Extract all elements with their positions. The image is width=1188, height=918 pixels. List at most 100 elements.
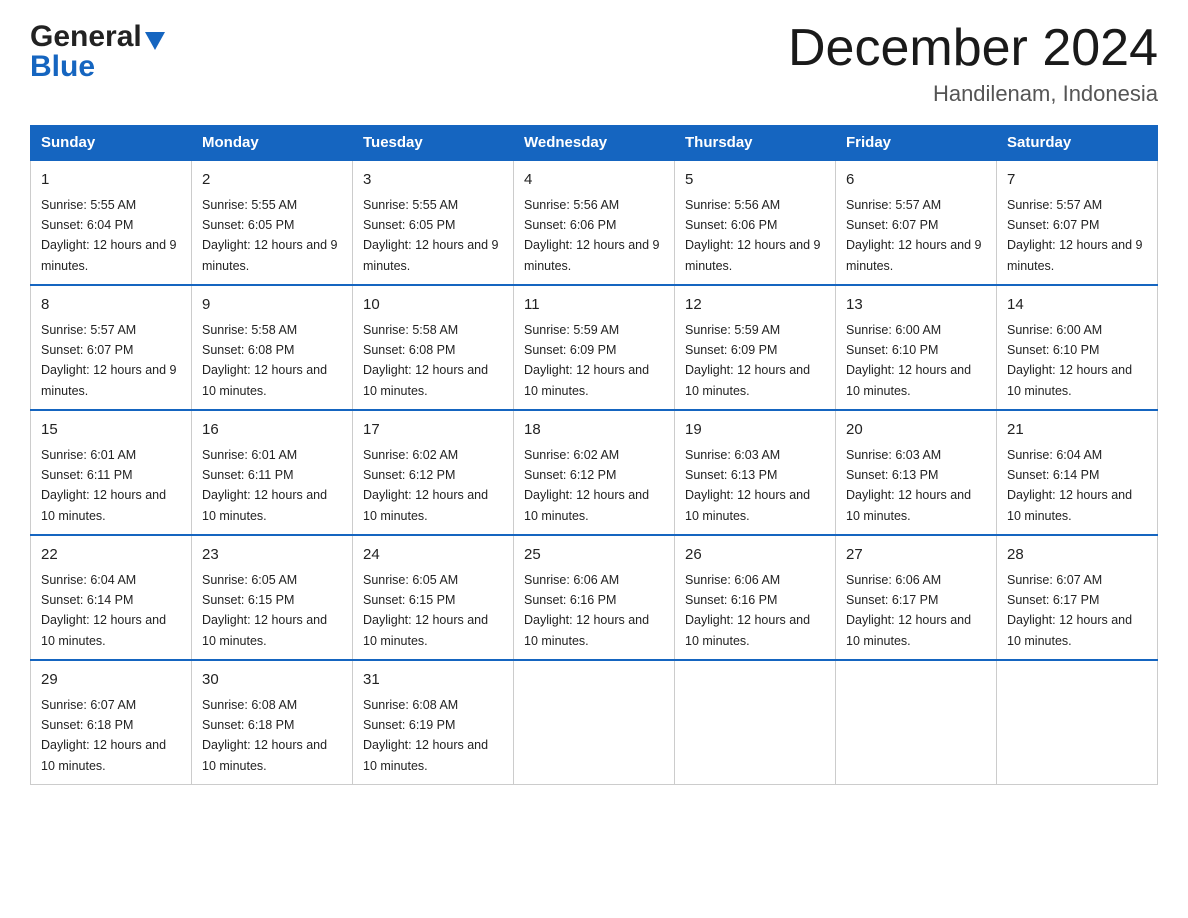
day-info: Sunrise: 5:56 AMSunset: 6:06 PMDaylight:… [685,198,821,273]
calendar-cell: 23Sunrise: 6:05 AMSunset: 6:15 PMDayligh… [192,535,353,660]
header-wednesday: Wednesday [514,126,675,161]
header-saturday: Saturday [997,126,1158,161]
calendar-subtitle: Handilenam, Indonesia [788,81,1158,107]
page-header: General Blue December 2024 Handilenam, I… [30,20,1158,107]
calendar-cell [997,660,1158,785]
day-info: Sunrise: 5:57 AMSunset: 6:07 PMDaylight:… [1007,198,1143,273]
day-number: 5 [685,169,825,192]
day-info: Sunrise: 6:05 AMSunset: 6:15 PMDaylight:… [363,573,488,648]
day-info: Sunrise: 5:57 AMSunset: 6:07 PMDaylight:… [846,198,982,273]
day-info: Sunrise: 6:04 AMSunset: 6:14 PMDaylight:… [1007,448,1132,523]
calendar-cell: 25 Sunrise: 6:06 AMSunset: 6:16 PMDayligh… [514,535,675,660]
calendar-cell: 12Sunrise: 5:59 AMSunset: 6:09 PMDayligh… [675,285,836,410]
logo: General Blue [30,20,165,82]
calendar-cell: 24 Sunrise: 6:05 AMSunset: 6:15 PMDayligh… [353,535,514,660]
calendar-cell: 29Sunrise: 6:07 AMSunset: 6:18 PMDayligh… [31,660,192,785]
day-number: 13 [846,294,986,317]
day-info: Sunrise: 6:08 AMSunset: 6:19 PMDaylight:… [363,698,488,773]
title-block: December 2024 Handilenam, Indonesia [788,20,1158,107]
calendar-title: December 2024 [788,20,1158,77]
day-number: 4 [524,169,664,192]
calendar-cell [675,660,836,785]
day-number: 22 [41,544,181,567]
day-info: Sunrise: 5:58 AMSunset: 6:08 PMDaylight:… [202,323,327,398]
day-info: Sunrise: 5:59 AMSunset: 6:09 PMDaylight:… [524,323,649,398]
calendar-cell: 18Sunrise: 6:02 AMSunset: 6:12 PMDayligh… [514,410,675,535]
calendar-cell: 26 Sunrise: 6:06 AMSunset: 6:16 PMDayligh… [675,535,836,660]
day-number: 20 [846,419,986,442]
day-info: Sunrise: 6:03 AMSunset: 6:13 PMDaylight:… [685,448,810,523]
logo-blue: Blue [30,52,95,82]
calendar-cell: 30 Sunrise: 6:08 AMSunset: 6:18 PMDayligh… [192,660,353,785]
calendar-cell: 22 Sunrise: 6:04 AMSunset: 6:14 PMDayligh… [31,535,192,660]
calendar-cell: 4 Sunrise: 5:56 AMSunset: 6:06 PMDaylight… [514,160,675,285]
day-info: Sunrise: 6:06 AMSunset: 6:17 PMDaylight:… [846,573,971,648]
day-info: Sunrise: 5:55 AMSunset: 6:05 PMDaylight:… [363,198,499,273]
day-number: 24 [363,544,503,567]
calendar-week-4: 22 Sunrise: 6:04 AMSunset: 6:14 PMDayligh… [31,535,1158,660]
calendar-cell: 5 Sunrise: 5:56 AMSunset: 6:06 PMDaylight… [675,160,836,285]
calendar-cell: 21 Sunrise: 6:04 AMSunset: 6:14 PMDayligh… [997,410,1158,535]
calendar-cell: 10 Sunrise: 5:58 AMSunset: 6:08 PMDayligh… [353,285,514,410]
calendar-cell: 17 Sunrise: 6:02 AMSunset: 6:12 PMDayligh… [353,410,514,535]
logo-general: General [30,20,142,54]
calendar-cell: 27 Sunrise: 6:06 AMSunset: 6:17 PMDayligh… [836,535,997,660]
calendar-table: SundayMondayTuesdayWednesdayThursdayFrid… [30,125,1158,785]
header-sunday: Sunday [31,126,192,161]
day-number: 17 [363,419,503,442]
day-number: 27 [846,544,986,567]
calendar-body: 1 Sunrise: 5:55 AMSunset: 6:04 PMDaylight… [31,160,1158,785]
calendar-cell: 9 Sunrise: 5:58 AMSunset: 6:08 PMDaylight… [192,285,353,410]
day-info: Sunrise: 6:04 AMSunset: 6:14 PMDaylight:… [41,573,166,648]
day-info: Sunrise: 6:02 AMSunset: 6:12 PMDaylight:… [363,448,488,523]
logo-triangle-icon [145,32,165,50]
day-number: 9 [202,294,342,317]
calendar-cell: 2 Sunrise: 5:55 AMSunset: 6:05 PMDaylight… [192,160,353,285]
day-info: Sunrise: 5:55 AMSunset: 6:04 PMDaylight:… [41,198,177,273]
header-thursday: Thursday [675,126,836,161]
calendar-cell: 14Sunrise: 6:00 AMSunset: 6:10 PMDayligh… [997,285,1158,410]
day-info: Sunrise: 6:06 AMSunset: 6:16 PMDaylight:… [524,573,649,648]
day-info: Sunrise: 5:58 AMSunset: 6:08 PMDaylight:… [363,323,488,398]
day-info: Sunrise: 6:08 AMSunset: 6:18 PMDaylight:… [202,698,327,773]
day-number: 2 [202,169,342,192]
header-friday: Friday [836,126,997,161]
day-number: 29 [41,669,181,692]
header-tuesday: Tuesday [353,126,514,161]
day-info: Sunrise: 6:07 AMSunset: 6:17 PMDaylight:… [1007,573,1132,648]
calendar-cell: 3Sunrise: 5:55 AMSunset: 6:05 PMDaylight… [353,160,514,285]
calendar-cell: 13 Sunrise: 6:00 AMSunset: 6:10 PMDayligh… [836,285,997,410]
day-number: 25 [524,544,664,567]
day-info: Sunrise: 6:01 AMSunset: 6:11 PMDaylight:… [41,448,166,523]
day-info: Sunrise: 6:05 AMSunset: 6:15 PMDaylight:… [202,573,327,648]
day-number: 21 [1007,419,1147,442]
day-number: 28 [1007,544,1147,567]
day-info: Sunrise: 5:57 AMSunset: 6:07 PMDaylight:… [41,323,177,398]
day-number: 6 [846,169,986,192]
day-info: Sunrise: 6:06 AMSunset: 6:16 PMDaylight:… [685,573,810,648]
day-number: 15 [41,419,181,442]
calendar-cell: 16 Sunrise: 6:01 AMSunset: 6:11 PMDayligh… [192,410,353,535]
day-info: Sunrise: 6:01 AMSunset: 6:11 PMDaylight:… [202,448,327,523]
day-info: Sunrise: 5:59 AMSunset: 6:09 PMDaylight:… [685,323,810,398]
header-monday: Monday [192,126,353,161]
day-number: 10 [363,294,503,317]
day-number: 26 [685,544,825,567]
day-number: 16 [202,419,342,442]
calendar-header-row: SundayMondayTuesdayWednesdayThursdayFrid… [31,126,1158,161]
calendar-week-2: 8 Sunrise: 5:57 AMSunset: 6:07 PMDaylight… [31,285,1158,410]
day-number: 31 [363,669,503,692]
calendar-week-3: 15 Sunrise: 6:01 AMSunset: 6:11 PMDayligh… [31,410,1158,535]
day-number: 8 [41,294,181,317]
day-info: Sunrise: 5:55 AMSunset: 6:05 PMDaylight:… [202,198,338,273]
day-number: 11 [524,294,664,317]
calendar-cell [514,660,675,785]
day-info: Sunrise: 6:00 AMSunset: 6:10 PMDaylight:… [846,323,971,398]
day-info: Sunrise: 5:56 AMSunset: 6:06 PMDaylight:… [524,198,660,273]
calendar-cell: 6 Sunrise: 5:57 AMSunset: 6:07 PMDaylight… [836,160,997,285]
day-info: Sunrise: 6:02 AMSunset: 6:12 PMDaylight:… [524,448,649,523]
calendar-cell: 31 Sunrise: 6:08 AMSunset: 6:19 PMDayligh… [353,660,514,785]
day-info: Sunrise: 6:03 AMSunset: 6:13 PMDaylight:… [846,448,971,523]
day-number: 1 [41,169,181,192]
day-number: 30 [202,669,342,692]
